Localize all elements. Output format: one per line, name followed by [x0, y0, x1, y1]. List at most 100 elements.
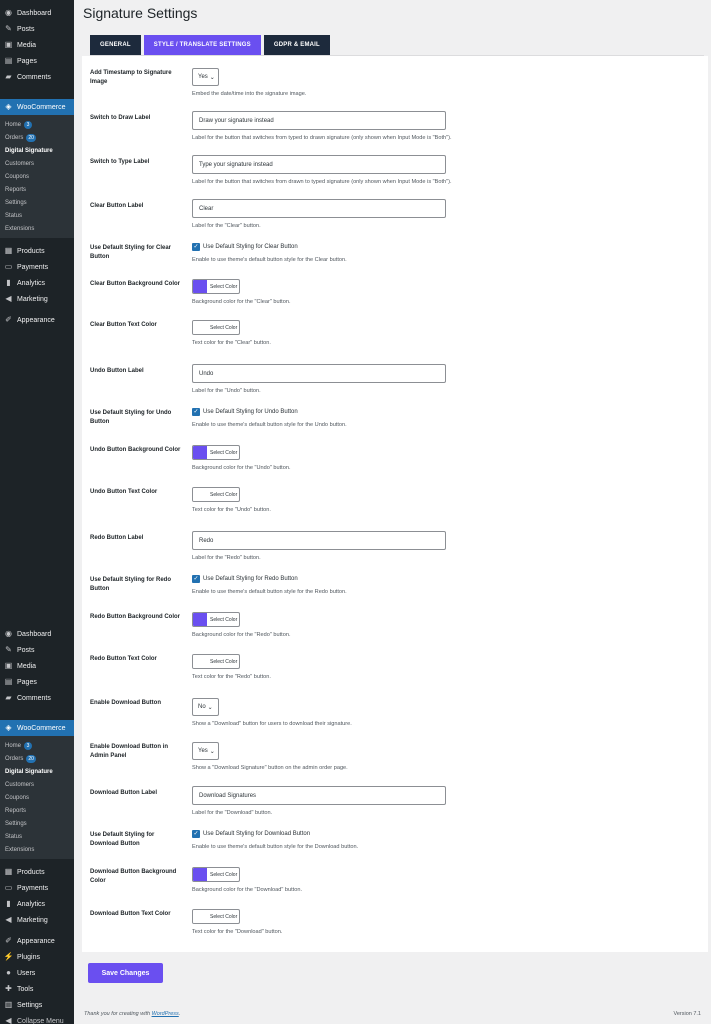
sidebar-item-products[interactable]: ▦ Products [0, 864, 74, 880]
setting-description: Show a "Download" button for users to do… [192, 721, 352, 727]
submenu-item-status[interactable]: Status [0, 830, 74, 843]
setting-label: Clear Button Label [90, 203, 144, 209]
sidebar-item-analytics[interactable]: ▮ Analytics [0, 275, 74, 291]
pin-icon: ✎ [5, 24, 12, 33]
clear-button-label-input[interactable]: Clear [192, 199, 446, 218]
checkbox-checked-icon[interactable]: ✓ [192, 830, 200, 838]
tab-gdpr-email[interactable]: GDPR & EMAIL [263, 35, 330, 55]
save-changes-button[interactable]: Save Changes [88, 963, 163, 983]
sidebar-item-comments[interactable]: ▰ Comments [0, 690, 74, 706]
submenu-item-label: Settings [5, 199, 27, 206]
use-default-styling-for-redo-button-checkbox[interactable]: ✓ Use Default Styling for Redo Button [192, 575, 298, 583]
submenu-item-orders[interactable]: Orders 20 [0, 752, 74, 765]
submenu-item-coupons[interactable]: Coupons [0, 170, 74, 183]
sidebar-item-posts[interactable]: ✎ Posts [0, 642, 74, 658]
submenu-item-home[interactable]: Home 3 [0, 118, 74, 131]
sidebar-item-media[interactable]: ▣ Media [0, 37, 74, 53]
sidebar-item-marketing[interactable]: ◀ Marketing [0, 291, 74, 307]
sidebar-item-label: Appearance [17, 316, 55, 324]
checkbox-checked-icon[interactable]: ✓ [192, 575, 200, 583]
submenu-item-coupons[interactable]: Coupons [0, 791, 74, 804]
clear-button-text-color-color-picker[interactable]: Select Color [192, 320, 240, 335]
sidebar-item-collapse-menu[interactable]: ◀ Collapse Menu [0, 1013, 74, 1024]
sidebar-item-comments[interactable]: ▰ Comments [0, 69, 74, 85]
submenu-item-reports[interactable]: Reports [0, 804, 74, 817]
sidebar-item-label: Marketing [17, 295, 48, 303]
sidebar-item-dashboard[interactable]: ◉ Dashboard [0, 5, 74, 21]
sidebar-item-label: Products [17, 247, 45, 255]
submenu-item-extensions[interactable]: Extensions [0, 222, 74, 235]
tab-style-translate-settings[interactable]: STYLE / TRANSLATE SETTINGS [143, 35, 261, 55]
submenu-item-customers[interactable]: Customers [0, 157, 74, 170]
select-color-label: Select Color [210, 871, 238, 878]
submenu-item-label: Customers [5, 160, 35, 167]
plugins-icon: ⚡ [3, 952, 14, 961]
undo-button-background-color-color-picker[interactable]: Select Color [192, 445, 240, 460]
products-icon: ▦ [4, 246, 13, 255]
sidebar-item-analytics[interactable]: ▮ Analytics [0, 896, 74, 912]
submenu-item-reports[interactable]: Reports [0, 183, 74, 196]
enable-download-button-in-admin-panel-select[interactable]: Yes ⌄ [192, 742, 219, 760]
switch-to-draw-label-input[interactable]: Draw your signature instead [192, 111, 446, 130]
sidebar-item-pages[interactable]: ▤ Pages [0, 53, 74, 69]
undo-button-label-input[interactable]: Undo [192, 364, 446, 383]
submenu-item-status[interactable]: Status [0, 209, 74, 222]
admin-sidebar: ◉ Dashboard ✎ Posts ▣ Media ▤ Pages ▰ Comments ◈ Wo… [0, 0, 74, 1024]
download-button-text-color-color-picker[interactable]: Select Color [192, 909, 240, 924]
use-default-styling-for-clear-button-checkbox[interactable]: ✓ Use Default Styling for Clear Button [192, 243, 298, 251]
submenu-item-digital-signature[interactable]: Digital Signature [0, 144, 74, 157]
setting-label: Use Default Styling for Clear Button [90, 245, 172, 260]
sidebar-item-label: Users [17, 969, 36, 977]
enable-download-button-select[interactable]: No ⌄ [192, 698, 219, 716]
sidebar-item-marketing[interactable]: ◀ Marketing [0, 912, 74, 928]
sidebar-item-payments[interactable]: ▭ Payments [0, 259, 74, 275]
sidebar-item-payments[interactable]: ▭ Payments [0, 880, 74, 896]
redo-button-text-color-color-picker[interactable]: Select Color [192, 654, 240, 669]
sidebar-item-posts[interactable]: ✎ Posts [0, 21, 74, 37]
analytics-icon: ▮ [6, 278, 11, 287]
setting-description: Enable to use theme's default button sty… [192, 422, 347, 428]
download-button-background-color-color-picker[interactable]: Select Color [192, 867, 240, 882]
sidebar-item-plugins[interactable]: ⚡ Plugins [0, 949, 74, 965]
use-default-styling-for-undo-button-checkbox[interactable]: ✓ Use Default Styling for Undo Button [192, 408, 298, 416]
checkbox-checked-icon[interactable]: ✓ [192, 243, 200, 251]
switch-to-type-label-input[interactable]: Type your signature instead [192, 155, 446, 174]
setting-description: Background color for the "Download" butt… [192, 887, 303, 893]
submenu-item-settings[interactable]: Settings [0, 817, 74, 830]
sidebar-item-appearance[interactable]: ✐ Appearance [0, 933, 74, 949]
undo-button-text-color-color-picker[interactable]: Select Color [192, 487, 240, 502]
download-button-label-input[interactable]: Download Signatures [192, 786, 446, 805]
submenu-item-digital-signature[interactable]: Digital Signature [0, 765, 74, 778]
sidebar-item-tools[interactable]: ✚ Tools [0, 981, 74, 997]
sidebar-item-dashboard[interactable]: ◉ Dashboard [0, 626, 74, 642]
submenu-item-settings[interactable]: Settings [0, 196, 74, 209]
redo-button-label-input[interactable]: Redo [192, 531, 446, 550]
sidebar-item-label: Comments [17, 694, 51, 702]
clear-button-background-color-color-picker[interactable]: Select Color [192, 279, 240, 294]
setting-description: Background color for the "Undo" button. [192, 465, 291, 471]
sidebar-item-settings[interactable]: ▥ Settings [0, 997, 74, 1013]
users-icon: ● [6, 968, 11, 977]
submenu-item-orders[interactable]: Orders 20 [0, 131, 74, 144]
sidebar-item-pages[interactable]: ▤ Pages [0, 674, 74, 690]
tab-general[interactable]: GENERAL [90, 35, 141, 55]
submenu-item-extensions[interactable]: Extensions [0, 843, 74, 856]
select-value: No [198, 704, 206, 710]
sidebar-item-media[interactable]: ▣ Media [0, 658, 74, 674]
chevron-down-icon: ⌄ [209, 748, 215, 755]
redo-button-background-color-color-picker[interactable]: Select Color [192, 612, 240, 627]
add-timestamp-to-signature-image-select[interactable]: Yes ⌄ [192, 68, 219, 86]
sidebar-item-products[interactable]: ▦ Products [0, 243, 74, 259]
sidebar-item-label: Media [17, 662, 37, 670]
submenu-item-customers[interactable]: Customers [0, 778, 74, 791]
submenu-item-home[interactable]: Home 3 [0, 739, 74, 752]
products-icon: ▦ [4, 867, 13, 876]
sidebar-item-woocommerce[interactable]: ◈ WooCommerce [0, 720, 74, 736]
setting-description: Enable to use theme's default button sty… [192, 589, 347, 595]
sidebar-item-users[interactable]: ● Users [0, 965, 74, 981]
sidebar-item-woocommerce[interactable]: ◈ WooCommerce [0, 99, 74, 115]
wordpress-link[interactable]: WordPress [152, 1011, 179, 1017]
sidebar-item-appearance[interactable]: ✐ Appearance [0, 312, 74, 328]
use-default-styling-for-download-button-checkbox[interactable]: ✓ Use Default Styling for Download Button [192, 830, 310, 838]
checkbox-checked-icon[interactable]: ✓ [192, 408, 200, 416]
